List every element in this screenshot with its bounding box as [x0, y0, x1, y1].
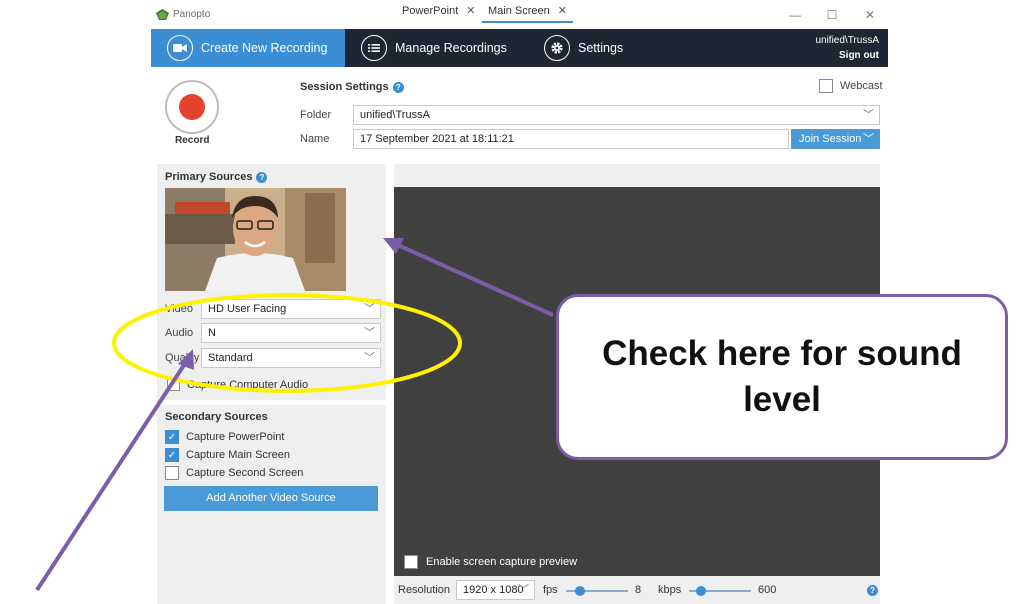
sound-level-callout: Check here for sound level: [556, 294, 1008, 460]
fps-value: 8: [635, 584, 642, 596]
chevron-down-icon: ﹀: [863, 133, 874, 145]
capture-second-screen-label: Capture Second Screen: [186, 467, 304, 479]
maximize-button[interactable]: ☐: [818, 6, 846, 24]
help-icon[interactable]: ?: [256, 171, 268, 183]
record-button[interactable]: [165, 80, 219, 134]
help-icon[interactable]: ?: [392, 81, 404, 93]
tab-label: Main Screen: [488, 5, 550, 17]
resolution-label: Resolution: [398, 584, 450, 596]
tab-manage-recordings[interactable]: Manage Recordings: [361, 29, 531, 67]
chevron-down-icon: ﹀: [364, 303, 375, 315]
stage: Panopto — ☐ ✕ Create New Recording Manag…: [0, 0, 1024, 604]
kbps-label: kbps: [658, 584, 682, 596]
add-video-source-button[interactable]: Add Another Video Source: [164, 486, 378, 511]
screen-preview-label: Enable screen capture preview: [426, 556, 578, 568]
chevron-down-icon: ﹀: [863, 109, 874, 121]
video-camera-icon: [167, 35, 193, 61]
app-title: Panopto: [173, 9, 211, 20]
capture-second-screen-checkbox[interactable]: [165, 466, 179, 480]
tab-label: PowerPoint: [402, 5, 459, 17]
minimize-button[interactable]: —: [781, 6, 809, 24]
fps-label: fps: [543, 584, 558, 596]
quality-select[interactable]: Standard ﹀: [201, 348, 381, 368]
fps-slider[interactable]: [575, 586, 585, 596]
quality-label: Quality: [165, 352, 200, 364]
folder-select[interactable]: unified\TrussA ﹀: [353, 105, 880, 125]
capture-main-screen-checkbox[interactable]: ✓: [165, 448, 179, 462]
capture-powerpoint-label: Capture PowerPoint: [186, 431, 285, 443]
session-name-input[interactable]: 17 September 2021 at 18:11:21: [353, 129, 789, 149]
session-settings-label: Session Settings: [300, 81, 389, 93]
kbps-slider[interactable]: [696, 586, 706, 596]
capture-main-screen-label: Capture Main Screen: [186, 449, 290, 461]
folder-value: unified\TrussA: [360, 109, 430, 121]
close-icon[interactable]: ✕: [466, 5, 475, 17]
sign-out-link[interactable]: Sign out: [815, 48, 879, 63]
name-label: Name: [300, 133, 330, 145]
audio-label: Audio: [165, 327, 194, 339]
record-icon: [179, 94, 205, 120]
capture-powerpoint-checkbox[interactable]: ✓: [165, 430, 179, 444]
audio-select[interactable]: N ﹀: [201, 323, 381, 343]
folder-label: Folder: [300, 109, 332, 121]
close-button[interactable]: ✕: [856, 6, 884, 24]
video-label: Video: [165, 303, 193, 315]
panopto-logo-icon: [156, 9, 169, 20]
quality-value: Standard: [208, 352, 253, 364]
webcast-label: Webcast: [840, 80, 883, 92]
primary-sources-title: Primary Sources?: [165, 171, 268, 183]
tab-label: Create New Recording: [201, 41, 328, 55]
capture-computer-audio-checkbox[interactable]: [167, 378, 180, 391]
close-icon[interactable]: ✕: [558, 5, 567, 17]
webcam-preview: [165, 188, 346, 291]
session-name-value: 17 September 2021 at 18:11:21: [360, 133, 514, 145]
help-icon[interactable]: ?: [867, 585, 878, 596]
gear-icon: [544, 35, 570, 61]
join-session-button[interactable]: Join Session ﹀: [791, 129, 880, 149]
video-select[interactable]: HD User Facing ﹀: [201, 299, 381, 319]
tab-label: Manage Recordings: [395, 41, 507, 55]
tab-create-new-recording[interactable]: Create New Recording: [151, 29, 345, 67]
chevron-down-icon: ﹀: [518, 584, 529, 596]
primary-sources-label: Primary Sources: [165, 171, 253, 183]
capture-computer-audio-label: Capture Computer Audio: [187, 379, 309, 391]
session-settings-title: Session Settings?: [300, 81, 404, 93]
secondary-sources-title: Secondary Sources: [165, 411, 268, 423]
tab-settings[interactable]: Settings: [544, 29, 644, 67]
chevron-down-icon: ﹀: [364, 327, 375, 339]
tab-powerpoint[interactable]: PowerPoint ✕: [402, 0, 475, 23]
audio-value: N: [208, 327, 216, 339]
video-value: HD User Facing: [208, 303, 287, 315]
resolution-select[interactable]: 1920 x 1080 ﹀: [456, 580, 535, 600]
screen-preview-checkbox[interactable]: [404, 555, 418, 569]
record-label: Record: [175, 135, 210, 146]
resolution-value: 1920 x 1080: [463, 584, 524, 596]
main-nav: Create New Recording Manage Recordings S…: [151, 29, 888, 67]
user-info: unified\TrussA Sign out: [815, 33, 879, 63]
kbps-value: 600: [758, 584, 777, 596]
tab-main-screen[interactable]: Main Screen ✕: [482, 0, 573, 23]
list-icon: [361, 35, 387, 61]
join-session-label: Join Session: [799, 133, 862, 145]
chevron-down-icon: ﹀: [364, 352, 375, 364]
tab-label: Settings: [578, 41, 624, 55]
webcam-image: [165, 188, 346, 291]
source-tabs: [394, 164, 880, 187]
webcast-checkbox[interactable]: [819, 79, 833, 93]
username: unified\TrussA: [815, 35, 879, 46]
